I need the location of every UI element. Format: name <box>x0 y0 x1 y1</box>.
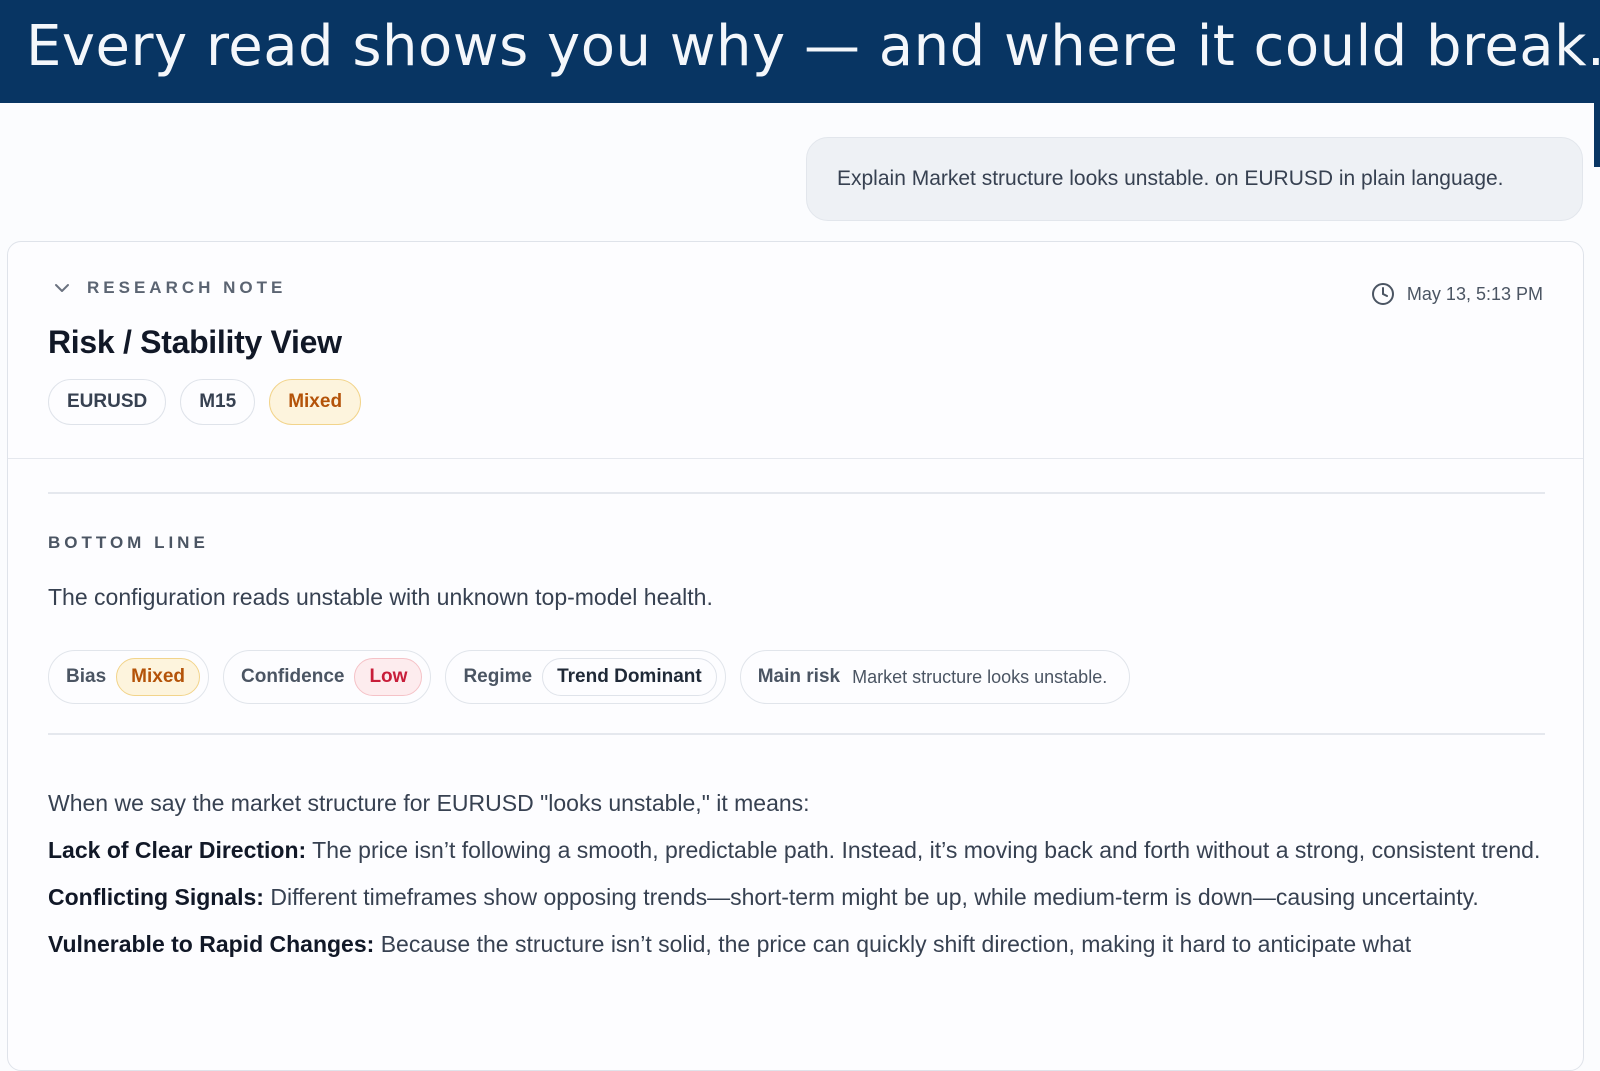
bottom-line-label: BOTTOM LINE <box>48 533 209 552</box>
note-header: RESEARCH NOTE May 13, 5:13 PM Risk / Sta… <box>8 242 1583 459</box>
explanation-body: When we say the market structure for EUR… <box>48 780 1548 968</box>
metric-bias: Bias Mixed <box>48 650 209 704</box>
metric-regime-key: Regime <box>463 666 533 687</box>
metric-regime: Regime Trend Dominant <box>445 650 726 704</box>
caption-banner: Every read shows you why — and where it … <box>0 0 1600 103</box>
point-text: Because the structure isn’t solid, the p… <box>374 931 1412 957</box>
note-tags: EURUSD M15 Mixed <box>48 379 362 425</box>
metric-bias-key: Bias <box>66 666 107 687</box>
metric-row: Bias Mixed Confidence Low Regime Trend D… <box>48 650 1131 704</box>
bottom-line-text: The configuration reads unstable with un… <box>48 584 713 610</box>
note-eyebrow: RESEARCH NOTE <box>87 278 287 297</box>
metric-main-risk-key: Main risk <box>757 666 841 687</box>
explanation-point: Lack of Clear Direction: The price isn’t… <box>48 827 1548 874</box>
point-text: The price isn’t following a smooth, pred… <box>306 837 1541 863</box>
clock-icon <box>1371 283 1394 305</box>
explanation-point: Conflicting Signals: Different timeframe… <box>48 874 1548 921</box>
explanation-point: Vulnerable to Rapid Changes: Because the… <box>48 921 1548 968</box>
metric-bias-value: Mixed <box>116 658 200 696</box>
divider <box>48 492 1545 494</box>
metric-confidence-key: Confidence <box>241 666 345 687</box>
banner-edge <box>1594 103 1600 167</box>
metric-confidence-value: Low <box>354 658 423 696</box>
tag-bias: Mixed <box>269 379 362 425</box>
point-text: Different timeframes show opposing trend… <box>263 884 1479 910</box>
point-term: Conflicting Signals: <box>48 884 264 910</box>
banner-caption: Every read shows you why — and where it … <box>26 14 1600 79</box>
tag-symbol: EURUSD <box>48 379 167 425</box>
note-timestamp: May 13, 5:13 PM <box>1371 282 1543 306</box>
point-term: Lack of Clear Direction: <box>48 837 307 863</box>
point-term: Vulnerable to Rapid Changes: <box>48 931 375 957</box>
tag-timeframe: M15 <box>180 379 256 425</box>
metric-confidence: Confidence Low <box>223 650 432 704</box>
divider <box>48 733 1545 735</box>
note-collapse-toggle[interactable]: RESEARCH NOTE <box>53 278 286 298</box>
research-note-card: RESEARCH NOTE May 13, 5:13 PM Risk / Sta… <box>7 241 1584 1071</box>
user-message-bubble: Explain Market structure looks unstable.… <box>806 137 1583 221</box>
timestamp-text: May 13, 5:13 PM <box>1406 283 1543 304</box>
note-title: Risk / Stability View <box>48 324 342 360</box>
metric-main-risk-value: Market structure looks unstable. <box>852 666 1108 687</box>
explanation-intro: When we say the market structure for EUR… <box>48 790 810 816</box>
metric-regime-value: Trend Dominant <box>542 658 717 696</box>
metric-main-risk: Main risk Market structure looks unstabl… <box>739 650 1131 704</box>
chevron-down-icon <box>55 284 69 292</box>
